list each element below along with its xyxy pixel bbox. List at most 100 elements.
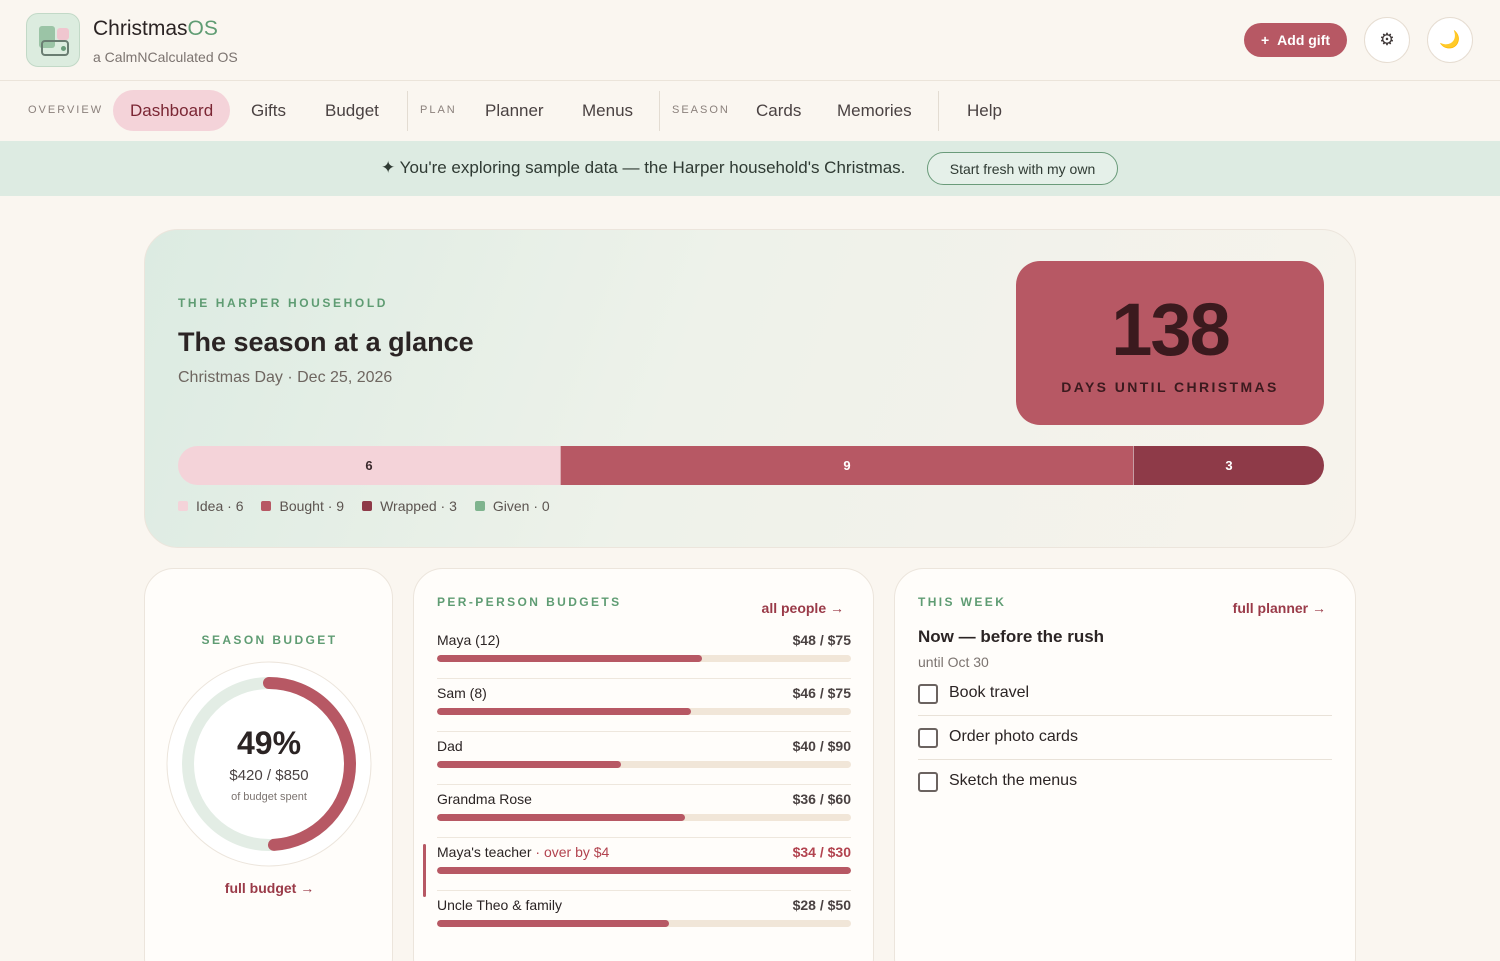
legend-swatch [261,501,272,511]
person-amount: $46 / $75 [792,685,851,701]
moon-icon: 🌙 [1439,30,1461,49]
person-name: Grandma Rose [437,791,532,807]
row-divider [437,678,851,679]
per-person-eyebrow: PER-PERSON BUDGETS [437,595,622,609]
legend-label: Idea · 6 [196,498,244,514]
nav-divider [407,91,408,131]
gift-status-bar: 693 [178,446,1324,485]
person-name: Dad [437,738,463,754]
nav-divider [659,91,660,131]
person-name: Maya (12) [437,632,501,648]
task-checkbox[interactable] [918,772,938,792]
person-budget-fill [437,708,691,715]
person-budget-track [437,920,851,927]
week-phase-subtitle: until Oct 30 [918,654,989,670]
main-nav: OVERVIEW Dashboard Gifts Budget PLAN Pla… [0,81,1500,141]
app-logo-icon [26,13,80,67]
full-planner-link[interactable]: full planner → [1233,600,1326,616]
budget-percent: 49% [236,725,302,761]
all-people-link[interactable]: all people → [762,600,844,616]
countdown-tile: 138 DAYS UNTIL CHRISTMAS [1016,261,1324,425]
task-label: Order photo cards [949,728,1078,745]
task-item: Order photo cards [918,722,1332,766]
hero-subtitle: Christmas Day · Dec 25, 2026 [178,369,393,386]
person-amount: $36 / $60 [792,791,851,807]
task-item: Book travel [918,678,1332,722]
full-budget-link[interactable]: full budget → [145,880,394,896]
tab-dashboard[interactable]: Dashboard [113,90,231,131]
task-item: Sketch the menus [918,766,1332,810]
row-divider [437,784,851,785]
legend-item-wrapped: Wrapped · 3 [362,498,457,514]
start-fresh-button[interactable]: Start fresh with my own [927,152,1118,185]
legend-item-given: Given · 0 [474,498,550,514]
tab-memories[interactable]: Memories [820,90,929,131]
person-budget-track [437,867,851,874]
person-amount: $48 / $75 [792,632,851,648]
countdown-label: DAYS UNTIL CHRISTMAS [1061,379,1279,395]
over-budget-note: · over by $4 [531,844,610,860]
season-overview-card: THE HARPER HOUSEHOLD The season at a gla… [144,229,1356,548]
person-budget-fill [437,761,621,768]
nav-section-season: SEASON [672,104,730,116]
this-week-card: THIS WEEK full planner → Now — before th… [894,568,1356,961]
season-budget-eyebrow: SEASON BUDGET [201,633,338,647]
nav-divider [938,91,939,131]
task-checkbox[interactable] [918,684,938,704]
nav-section-plan: PLAN [420,104,457,116]
nav-section-overview: OVERVIEW [28,104,104,116]
person-amount: $40 / $90 [792,738,851,754]
tab-cards[interactable]: Cards [739,90,818,131]
person-name: Uncle Theo & family [437,897,563,913]
person-name: Maya's teacher · over by $4 [437,844,610,860]
legend-item-idea: Idea · 6 [178,498,243,514]
row-divider [437,837,851,838]
tab-gifts[interactable]: Gifts [234,90,303,131]
person-budget-fill [437,655,702,662]
person-budget-track [437,655,851,662]
budget-donut: 49% $420 / $850 of budget spent [166,661,372,867]
app-title: ChristmasOS [93,17,218,40]
legend-label: Given · 0 [492,498,550,514]
household-eyebrow: THE HARPER HOUSEHOLD [178,296,389,310]
app-subtitle: a CalmNCalculated OS [93,49,238,65]
gear-icon: ⚙ [1379,30,1395,49]
legend-label: Wrapped · 3 [380,498,457,514]
tab-planner[interactable]: Planner [468,90,561,131]
row-divider [437,731,851,732]
hero-title: The season at a glance [178,327,474,357]
row-divider [437,890,851,891]
task-checkbox[interactable] [918,728,938,748]
budget-amount: $420 / $850 [229,767,309,784]
status-segment-wrapped: 3 [1133,446,1324,485]
person-budget-fill [437,867,851,874]
banner-text: ✦ You're exploring sample data — the Har… [381,158,906,177]
plus-icon: + [1260,32,1270,48]
budget-caption: of budget spent [231,791,307,803]
tab-help[interactable]: Help [950,90,1019,131]
person-amount: $34 / $30 [792,844,851,860]
person-budget-track [437,761,851,768]
status-segment-bought: 9 [560,446,1133,485]
task-divider [918,715,1332,716]
person-budget-fill [437,814,686,821]
week-phase-title: Now — before the rush [918,627,1105,646]
person-amount: $28 / $50 [792,897,851,913]
tab-menus[interactable]: Menus [565,90,650,131]
add-gift-label: Add gift [1277,32,1331,48]
add-gift-button[interactable]: + Add gift [1244,23,1347,57]
task-label: Book travel [949,684,1030,701]
sample-data-banner: ✦ You're exploring sample data — the Har… [0,141,1500,196]
tab-budget[interactable]: Budget [308,90,396,131]
this-week-eyebrow: THIS WEEK [918,595,1007,609]
person-name: Sam (8) [437,685,487,701]
countdown-number: 138 [1111,288,1230,371]
task-divider [918,759,1332,760]
person-budget-row[interactable]: Uncle Theo & family $28 / $50 [437,897,851,950]
theme-toggle-button[interactable]: 🌙 [1427,17,1473,63]
settings-button[interactable]: ⚙ [1364,17,1410,63]
app-header: ChristmasOS a CalmNCalculated OS + Add g… [0,0,1500,81]
per-person-budgets-card: PER-PERSON BUDGETS all people → Maya (12… [413,568,874,961]
task-label: Sketch the menus [949,772,1078,789]
season-budget-card: SEASON BUDGET 49% $420 / $850 of budget … [144,568,393,961]
